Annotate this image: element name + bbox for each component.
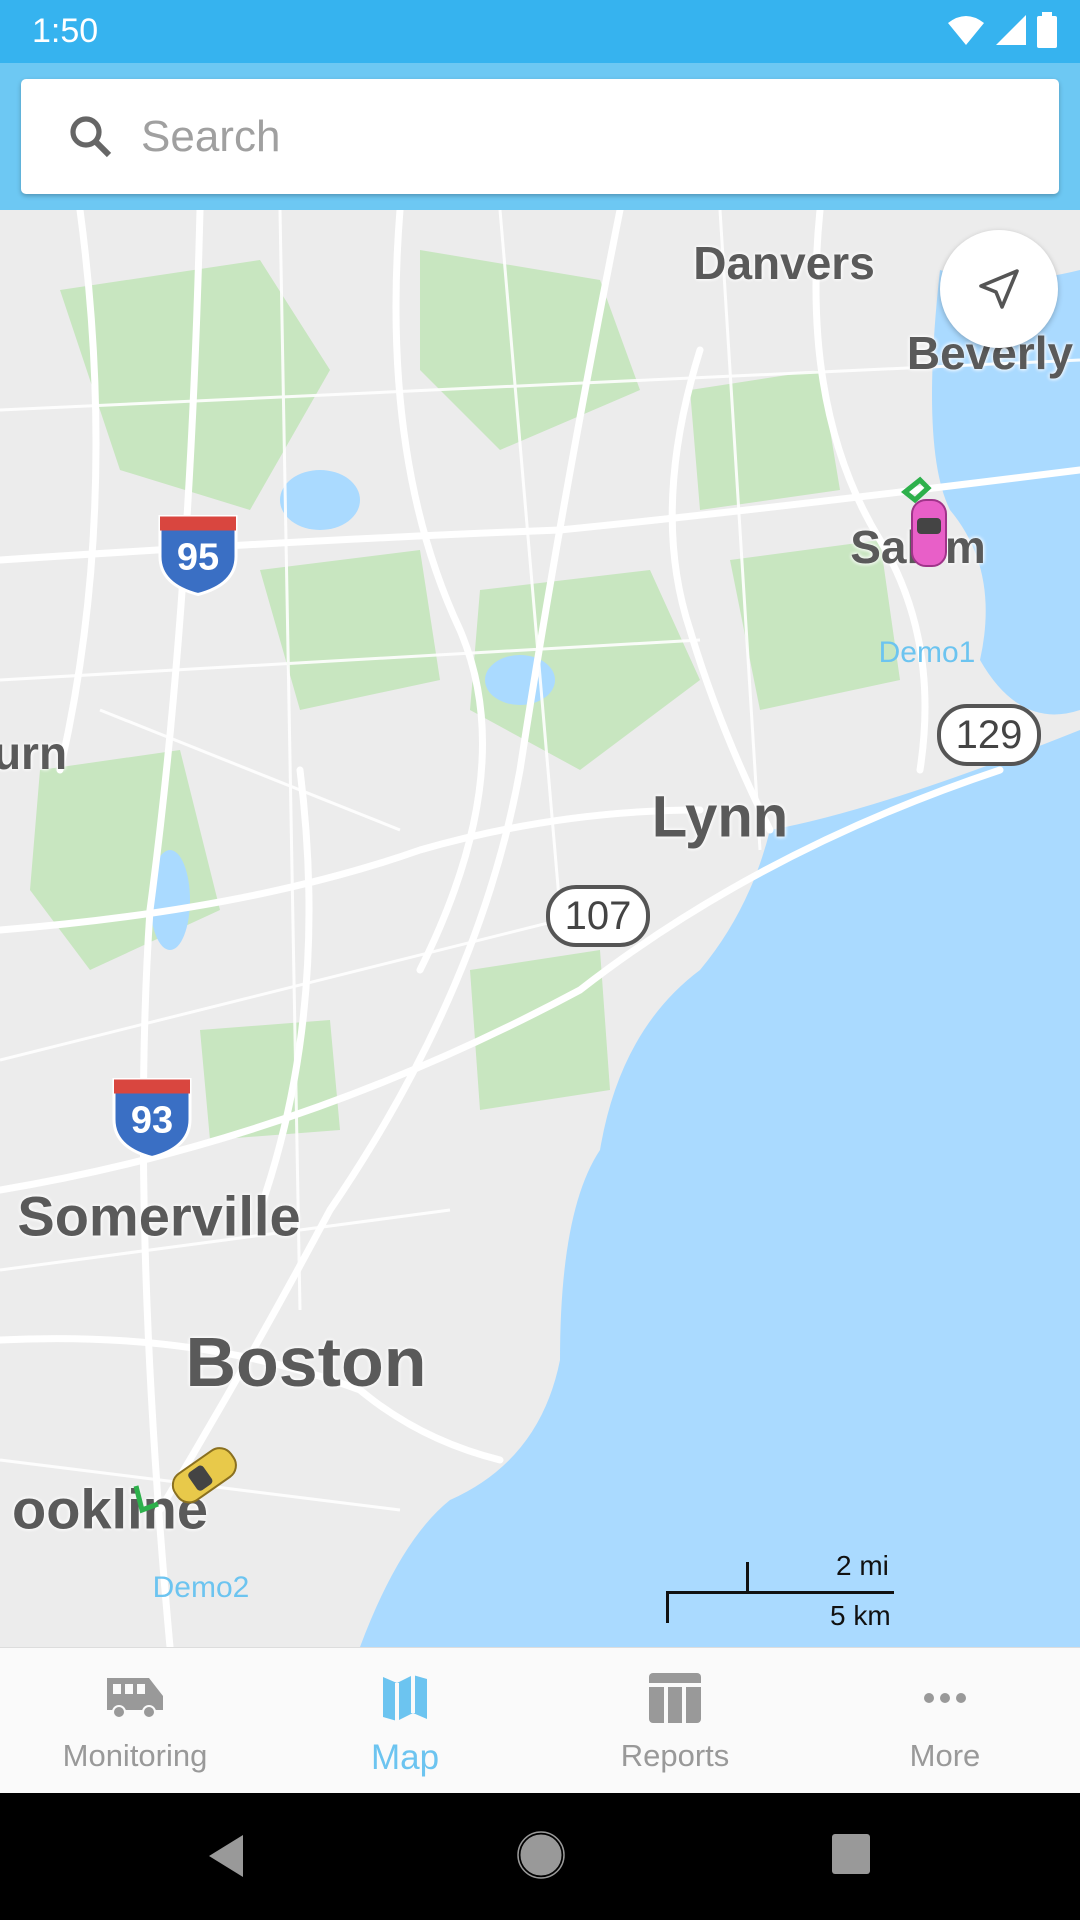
tab-label: Map [370,1738,440,1777]
back-icon [209,1835,243,1877]
place-label: Danvers [693,237,875,289]
car-icon [133,1447,237,1514]
home-button[interactable] [517,1831,565,1884]
map-base [0,210,1080,1647]
search-input[interactable] [141,111,941,162]
vehicle-label: Demo1 [878,636,976,669]
scale-imperial: 2 mi [836,1550,889,1581]
scale-metric: 5 km [830,1600,891,1631]
home-icon [517,1831,565,1879]
place-label: Somerville [17,1184,301,1248]
recents-icon [832,1834,870,1874]
tab-map[interactable]: Map [270,1648,540,1793]
interstate-shield-93: 93 [110,1076,194,1165]
tab-label: Reports [620,1738,730,1773]
recents-button[interactable] [831,1833,871,1880]
wifi-icon [948,16,984,45]
search-header [0,63,1080,210]
interstate-shield-95: 95 [156,513,240,602]
back-button[interactable] [205,1833,245,1884]
signal-icon [996,15,1026,45]
my-location-button[interactable] [940,230,1058,348]
map-view[interactable]: Danvers Beverly Salem Lynn urn Somervill… [0,210,1080,1647]
vehicle-label: Demo2 [152,1571,250,1604]
status-bar: 1:50 [0,0,1080,63]
navigation-arrow-icon [979,269,1019,309]
car-icon [900,476,947,567]
battery-icon [1037,12,1057,48]
place-label: Boston [185,1323,427,1401]
search-bar[interactable] [21,79,1059,194]
map-icon [383,1675,427,1721]
tab-label: More [909,1738,981,1773]
vehicle-marker-demo1[interactable] [900,460,960,575]
status-time: 1:50 [32,12,99,50]
vehicle-marker-demo2[interactable] [128,1440,248,1535]
system-navigation-bar [0,1793,1080,1920]
table-icon [649,1673,701,1723]
place-label: urn [0,727,68,779]
more-icon [924,1693,966,1703]
tab-more[interactable]: More [810,1648,1080,1793]
tab-monitoring[interactable]: Monitoring [0,1648,270,1793]
search-icon [70,115,112,157]
bus-icon [107,1678,163,1719]
route-shield-107: 107 [546,885,650,947]
route-shield-129: 129 [937,704,1041,766]
place-label: Lynn [651,784,789,850]
tab-reports[interactable]: Reports [540,1648,810,1793]
tab-label: Monitoring [62,1738,208,1773]
bottom-navigation: Monitoring Map Reports More [0,1647,1080,1793]
